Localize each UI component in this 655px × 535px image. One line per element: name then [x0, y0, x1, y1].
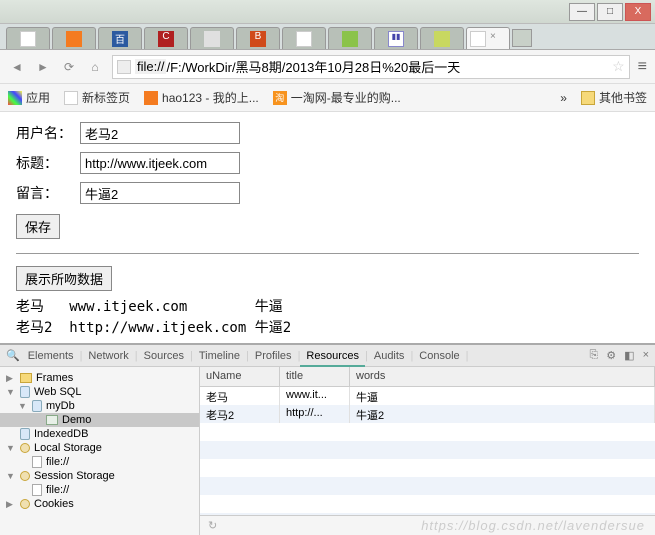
browser-tab[interactable]: [52, 27, 96, 49]
table-row[interactable]: 老马www.it...牛逼: [200, 387, 655, 405]
divider: [16, 253, 639, 254]
msg-input[interactable]: [80, 182, 240, 204]
devtools-tab-timeline[interactable]: Timeline: [193, 347, 246, 365]
col-title[interactable]: title: [280, 367, 350, 386]
msg-label: 留言：: [16, 183, 80, 203]
grid-header: uName title words: [200, 367, 655, 387]
devtools-tab-console[interactable]: Console: [413, 347, 465, 365]
data-row: 老马2 http://www.itjeek.com 牛逼2: [16, 318, 639, 339]
devtools-settings-icon[interactable]: ⚙: [606, 349, 616, 362]
tree-localstorage[interactable]: ▼Local Storage: [0, 441, 199, 455]
data-row: 老马 www.itjeek.com 牛逼: [16, 297, 639, 318]
chrome-menu-icon[interactable]: ≡: [638, 58, 647, 76]
devtools-drawer-icon[interactable]: ⎘: [589, 349, 598, 362]
user-input[interactable]: [80, 122, 240, 144]
forward-button[interactable]: ►: [34, 58, 52, 76]
devtools-panel: 🔍 Elements|Network|Sources|Timeline|Prof…: [0, 343, 655, 535]
close-button[interactable]: X: [625, 3, 651, 21]
user-label: 用户名：: [16, 123, 80, 143]
table-row[interactable]: 老马2http://...牛逼2: [200, 405, 655, 423]
page-icon: [117, 60, 131, 74]
apps-button[interactable]: 应用: [8, 89, 50, 106]
table-cell: 牛逼: [350, 387, 655, 405]
table-cell: www.it...: [280, 387, 350, 405]
title-input[interactable]: [80, 152, 240, 174]
url-protocol: file://: [135, 59, 166, 74]
browser-toolbar: ◄ ► ⟳ ⌂ file:// ☆ ≡: [0, 50, 655, 84]
devtools-sidebar: ▶Frames ▼Web SQL ▼myDb Demo IndexedDB ▼L…: [0, 367, 200, 535]
tab-close-icon[interactable]: ×: [490, 31, 506, 47]
tree-cookies[interactable]: ▶Cookies: [0, 497, 199, 511]
refresh-icon[interactable]: ↻: [208, 519, 217, 532]
browser-tab[interactable]: B: [236, 27, 280, 49]
devtools-dock-icon[interactable]: ◧: [624, 349, 634, 362]
maximize-button[interactable]: □: [597, 3, 623, 21]
col-uname[interactable]: uName: [200, 367, 280, 386]
grid-body[interactable]: 老马www.it...牛逼老马2http://...牛逼2: [200, 387, 655, 515]
tree-demo[interactable]: Demo: [0, 413, 199, 427]
browser-tab[interactable]: 百: [98, 27, 142, 49]
title-label: 标题：: [16, 153, 80, 173]
tree-file-local[interactable]: file://: [0, 455, 199, 469]
browser-tab[interactable]: [328, 27, 372, 49]
devtools-main: uName title words 老马www.it...牛逼老马2http:/…: [200, 367, 655, 535]
browser-tabstrip: 百 C B ▮▮ ×: [0, 24, 655, 50]
tree-indexeddb[interactable]: IndexedDB: [0, 427, 199, 441]
bookmark-overflow[interactable]: »: [560, 91, 567, 105]
tree-mydb[interactable]: ▼myDb: [0, 399, 199, 413]
devtools-tab-profiles[interactable]: Profiles: [249, 347, 298, 365]
bookmark-star-icon[interactable]: ☆: [612, 58, 625, 75]
devtools-tab-resources[interactable]: Resources: [300, 347, 365, 367]
bookmark-item[interactable]: hao123 - 我的上...: [144, 89, 259, 106]
browser-tab[interactable]: [420, 27, 464, 49]
browser-tab[interactable]: [6, 27, 50, 49]
bookmark-bar: 应用 新标签页 hao123 - 我的上... 淘一淘网-最专业的购... » …: [0, 84, 655, 112]
table-cell: 老马: [200, 387, 280, 405]
address-bar[interactable]: file:// ☆: [112, 55, 630, 79]
devtools-tab-elements[interactable]: Elements: [22, 347, 80, 365]
minimize-button[interactable]: —: [569, 3, 595, 21]
table-cell: http://...: [280, 405, 350, 423]
bookmark-item[interactable]: 淘一淘网-最专业的购...: [273, 89, 401, 106]
other-bookmarks[interactable]: 其他书签: [581, 89, 647, 106]
url-input[interactable]: [166, 59, 608, 74]
table-cell: 牛逼2: [350, 405, 655, 423]
tree-file-session[interactable]: file://: [0, 483, 199, 497]
browser-tab-active[interactable]: ×: [466, 27, 510, 49]
new-tab-button[interactable]: [512, 29, 532, 47]
browser-tab[interactable]: C: [144, 27, 188, 49]
browser-tab[interactable]: [282, 27, 326, 49]
devtools-footer: ↻ https://blog.csdn.net/lavendersue: [200, 515, 655, 535]
table-cell: 老马2: [200, 405, 280, 423]
devtools-close-icon[interactable]: ×: [643, 349, 649, 362]
browser-tab[interactable]: [190, 27, 234, 49]
save-button[interactable]: 保存: [16, 214, 60, 239]
devtools-tabbar: 🔍 Elements|Network|Sources|Timeline|Prof…: [0, 345, 655, 367]
devtools-tab-sources[interactable]: Sources: [138, 347, 190, 365]
col-words[interactable]: words: [350, 367, 655, 386]
back-button[interactable]: ◄: [8, 58, 26, 76]
devtools-tab-network[interactable]: Network: [82, 347, 134, 365]
watermark: https://blog.csdn.net/lavendersue: [421, 518, 645, 533]
window-titlebar: — □ X: [0, 0, 655, 24]
tree-websql[interactable]: ▼Web SQL: [0, 385, 199, 399]
browser-tab[interactable]: ▮▮: [374, 27, 418, 49]
page-content: 用户名： 标题： 留言： 保存 展示所吻数据 老马 www.itjeek.com…: [0, 112, 655, 349]
tree-sessionstorage[interactable]: ▼Session Storage: [0, 469, 199, 483]
tree-frames[interactable]: ▶Frames: [0, 371, 199, 385]
show-all-button[interactable]: 展示所吻数据: [16, 266, 112, 291]
devtools-tab-audits[interactable]: Audits: [368, 347, 411, 365]
bookmark-item[interactable]: 新标签页: [64, 89, 130, 106]
reload-button[interactable]: ⟳: [60, 58, 78, 76]
home-button[interactable]: ⌂: [86, 58, 104, 76]
devtools-search-icon[interactable]: 🔍: [6, 349, 20, 362]
